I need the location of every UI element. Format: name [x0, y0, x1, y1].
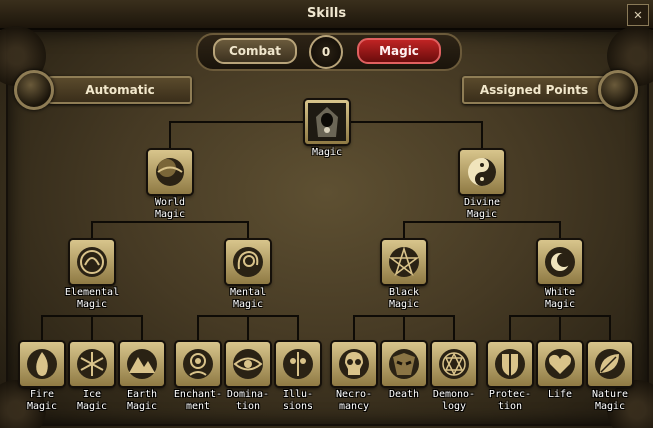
- shield-icon: [488, 342, 532, 386]
- mountain-icon: [120, 342, 164, 386]
- skill-label: Black Magic: [388, 287, 420, 310]
- pentagram-icon: [382, 240, 426, 284]
- reaper-mask-icon: [382, 342, 426, 386]
- demon-sigil-icon: [432, 342, 476, 386]
- heart-icon: [538, 342, 582, 386]
- sphere-icon: [148, 150, 192, 194]
- skill-label: Mental Magic: [229, 287, 267, 310]
- skill-label: Elemental Magic: [64, 287, 120, 310]
- skill-label: Divine Magic: [463, 197, 501, 220]
- skill-label: World Magic: [154, 197, 186, 220]
- spiral-head-icon: [176, 342, 220, 386]
- skill-label: Magic: [311, 147, 343, 158]
- skill-label: White Magic: [544, 287, 576, 310]
- skill-label: Nature Magic: [591, 389, 629, 412]
- snowflake-icon: [70, 342, 114, 386]
- skills-window: Skills ✕ Combat 0 Magic Automatic Assign…: [0, 0, 653, 428]
- skull-icon: [332, 342, 376, 386]
- mask-icon: [276, 342, 320, 386]
- eye-icon: [226, 342, 270, 386]
- leaf-icon: [588, 342, 632, 386]
- elements-icon: [70, 240, 114, 284]
- mind-icon: [226, 240, 270, 284]
- flame-icon: [20, 342, 64, 386]
- sun-moon-icon: [538, 240, 582, 284]
- yin-yang-icon: [460, 150, 504, 194]
- hooded-mage-icon: [305, 100, 349, 144]
